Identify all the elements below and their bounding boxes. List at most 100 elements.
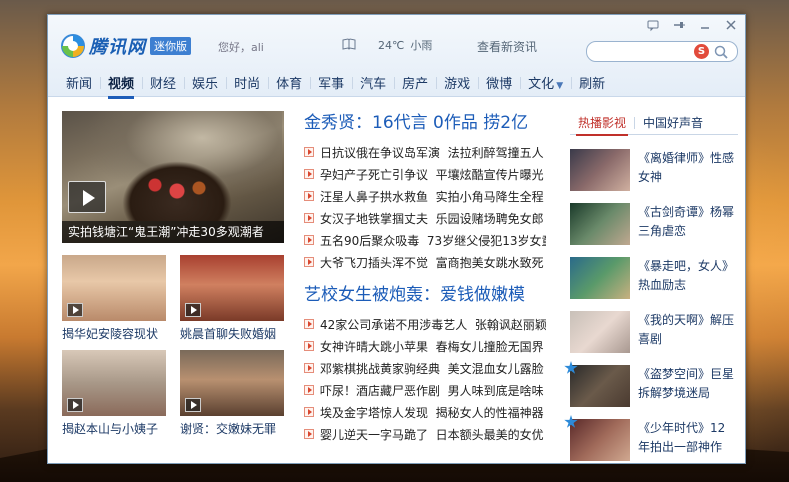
news-title[interactable]: 孕妇产子死亡引争议	[320, 166, 428, 183]
nav-item-entertainment[interactable]: 娱乐	[184, 73, 226, 92]
film-poster[interactable]	[570, 365, 630, 407]
news-title[interactable]: 春梅女儿撞脸无国界	[436, 338, 544, 355]
nav-item-weibo[interactable]: 微博	[478, 73, 520, 92]
list-item[interactable]: 大爷飞刀插头浑不觉 富商抱美女跳水致死	[304, 251, 546, 273]
list-item[interactable]: 埃及金字塔惊人发现 揭秘女人的性福神器	[304, 401, 546, 423]
film-poster[interactable]	[570, 257, 630, 299]
video-thumb[interactable]: 姚晨首聊失败婚姻	[180, 255, 284, 342]
film-item[interactable]: 《我的天啊》解压喜剧	[570, 311, 738, 363]
minimize-icon[interactable]	[697, 18, 713, 32]
news-title[interactable]: 男人味到底是啥味	[448, 382, 544, 399]
film-item[interactable]: 《离婚律师》性感女神	[570, 149, 738, 201]
tab-hot-dramas[interactable]: 热播影视	[570, 111, 634, 136]
play-icon[interactable]	[67, 303, 83, 317]
list-item[interactable]: 女汉子地铁掌掴丈夫 乐园设赌场聘免女郎	[304, 207, 546, 229]
news-title[interactable]: 平壤炫酷宣传片曝光	[436, 166, 544, 183]
list-item[interactable]: 女神许晴大跳小苹果 春梅女儿撞脸无国界	[304, 335, 546, 357]
nav-item-military[interactable]: 军事	[310, 73, 352, 92]
list-item[interactable]: 日抗议俄在争议岛军演 法拉利醉驾撞五人	[304, 141, 546, 163]
news-title[interactable]: 吓尿！酒店藏尸恶作剧	[320, 382, 440, 399]
film-item[interactable]: 《盗梦空间》巨星拆解梦境迷局	[564, 361, 738, 417]
video-thumb[interactable]: 谢贤：交嫩妹无罪	[180, 350, 284, 437]
thumb-caption[interactable]: 揭赵本山与小姨子	[62, 420, 166, 437]
film-title[interactable]: 《我的天啊》解压喜剧	[638, 311, 734, 363]
featured-caption[interactable]: 实拍钱塘江“鬼王潮”冲走30多观潮者	[62, 221, 284, 243]
nav-item-refresh[interactable]: 刷新	[571, 73, 613, 92]
feedback-icon[interactable]	[645, 18, 661, 32]
nav-item-house[interactable]: 房产	[394, 73, 436, 92]
nav-item-auto[interactable]: 汽车	[352, 73, 394, 92]
thumb-image[interactable]	[62, 350, 166, 416]
nav-item-video[interactable]: 视频	[100, 73, 142, 99]
thumb-image[interactable]	[62, 255, 166, 321]
nav-item-news[interactable]: 新闻	[58, 73, 100, 92]
play-icon[interactable]	[185, 303, 201, 317]
news-title[interactable]: 73岁继父侵犯13岁女童	[427, 232, 546, 249]
news-title[interactable]: 张翰讽赵丽颖	[475, 316, 546, 333]
film-poster[interactable]	[570, 311, 630, 353]
news-title[interactable]: 五名90后聚众吸毒	[320, 232, 419, 249]
news-title[interactable]: 42家公司承诺不用涉毒艺人	[320, 316, 467, 333]
news-title[interactable]: 富商抱美女跳水致死	[436, 254, 544, 271]
list-item[interactable]: 孕妇产子死亡引争议 平壤炫酷宣传片曝光	[304, 163, 546, 185]
thumb-caption[interactable]: 谢贤：交嫩妹无罪	[180, 420, 284, 437]
news-title[interactable]: 乐园设赌场聘免女郎	[436, 210, 544, 227]
film-title[interactable]: 《古剑奇谭》杨幂三角虐恋	[638, 203, 734, 255]
headline-2[interactable]: 艺校女生被炮轰：爱钱做嫩模	[304, 283, 546, 307]
news-title[interactable]: 法拉利醉驾撞五人	[448, 144, 544, 161]
tab-voice-of-china[interactable]: 中国好声音	[635, 111, 711, 135]
play-icon[interactable]	[67, 398, 83, 412]
list-item[interactable]: 汪星人鼻子拱水救鱼 实拍小角马降生全程	[304, 185, 546, 207]
film-poster[interactable]	[570, 419, 630, 461]
search-input[interactable]	[593, 42, 693, 60]
list-item[interactable]: 吓尿！酒店藏尸恶作剧 男人味到底是啥味	[304, 379, 546, 401]
thumb-caption[interactable]: 姚晨首聊失败婚姻	[180, 325, 284, 342]
news-title[interactable]: 日本额头最美的女优	[436, 426, 544, 443]
list-item[interactable]: 婴儿逆天一字马跪了 日本额头最美的女优	[304, 423, 546, 445]
thumb-image[interactable]	[180, 255, 284, 321]
list-item[interactable]: 42家公司承诺不用涉毒艺人 张翰讽赵丽颖	[304, 313, 546, 335]
weather-widget[interactable]: 24℃ 小雨	[342, 37, 432, 53]
view-latest-news-link[interactable]: 查看新资讯	[477, 38, 537, 55]
news-title[interactable]: 女神许晴大跳小苹果	[320, 338, 428, 355]
film-title[interactable]: 《少年时代》12年拍出一部神作	[638, 419, 734, 471]
news-title[interactable]: 大爷飞刀插头浑不觉	[320, 254, 428, 271]
film-item[interactable]: 《少年时代》12年拍出一部神作	[564, 415, 738, 471]
film-title[interactable]: 《盗梦空间》巨星拆解梦境迷局	[638, 365, 734, 417]
list-item[interactable]: 邓紫棋挑战黄家驹经典 美文混血女儿露脸	[304, 357, 546, 379]
nav-item-culture[interactable]: 文化 ▼	[520, 73, 571, 92]
film-poster[interactable]	[570, 149, 630, 191]
search-icon[interactable]	[713, 44, 729, 60]
film-title[interactable]: 《暴走吧，女人》热血励志	[638, 257, 734, 309]
news-title[interactable]: 婴儿逆天一字马跪了	[320, 426, 428, 443]
film-item[interactable]: 《古剑奇谭》杨幂三角虐恋	[570, 203, 738, 255]
nav-item-games[interactable]: 游戏	[436, 73, 478, 92]
nav-item-fashion[interactable]: 时尚	[226, 73, 268, 92]
news-title[interactable]: 日抗议俄在争议岛军演	[320, 144, 440, 161]
thumb-image[interactable]	[180, 350, 284, 416]
news-title[interactable]: 汪星人鼻子拱水救鱼	[320, 188, 428, 205]
film-item[interactable]: 《暴走吧，女人》热血励志	[570, 257, 738, 309]
nav-item-finance[interactable]: 财经	[142, 73, 184, 92]
news-title[interactable]: 实拍小角马降生全程	[436, 188, 544, 205]
headline-1[interactable]: 金秀贤：16代言 0作品 捞2亿	[304, 111, 546, 135]
play-icon[interactable]	[185, 398, 201, 412]
play-icon[interactable]	[68, 181, 106, 213]
logo[interactable]: 腾讯网 迷你版	[60, 33, 191, 59]
news-title[interactable]: 女汉子地铁掌掴丈夫	[320, 210, 428, 227]
thumb-caption[interactable]: 揭华妃安陵容现状	[62, 325, 166, 342]
news-title[interactable]: 美文混血女儿露脸	[448, 360, 544, 377]
close-icon[interactable]	[723, 18, 739, 32]
film-poster[interactable]	[570, 203, 630, 245]
film-title[interactable]: 《离婚律师》性感女神	[638, 149, 734, 201]
pin-icon[interactable]	[671, 18, 687, 32]
user-greeting[interactable]: 您好，ali	[218, 39, 264, 55]
news-title[interactable]: 邓紫棋挑战黄家驹经典	[320, 360, 440, 377]
news-title[interactable]: 揭秘女人的性福神器	[436, 404, 544, 421]
news-title[interactable]: 埃及金字塔惊人发现	[320, 404, 428, 421]
nav-item-sports[interactable]: 体育	[268, 73, 310, 92]
featured-video[interactable]: 实拍钱塘江“鬼王潮”冲走30多观潮者	[62, 111, 284, 243]
video-thumb[interactable]: 揭华妃安陵容现状	[62, 255, 166, 342]
video-thumb[interactable]: 揭赵本山与小姨子	[62, 350, 166, 437]
list-item[interactable]: 五名90后聚众吸毒 73岁继父侵犯13岁女童	[304, 229, 546, 251]
